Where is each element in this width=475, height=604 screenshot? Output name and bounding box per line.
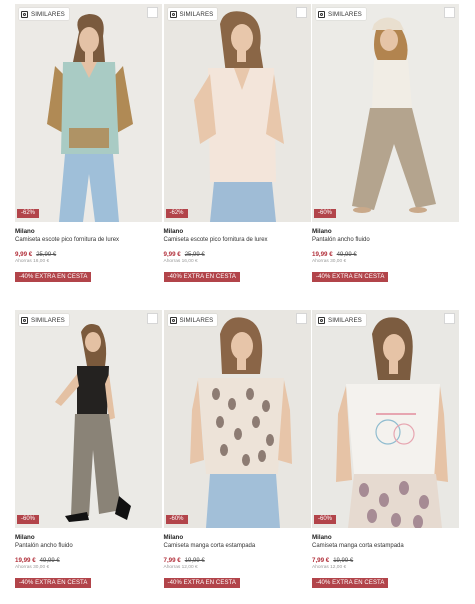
price-row: 9,99 € 25,99 € xyxy=(164,251,311,258)
product-info: Milano Pantalón ancho fluido 19,99 € 49,… xyxy=(312,222,459,283)
similar-button[interactable]: SIMILARES xyxy=(167,8,218,20)
extra-discount-tag: -40% EXTRA EN CESTA xyxy=(312,272,389,282)
product-card-2[interactable]: SIMILARES -62% Milano Camiseta escote pi… xyxy=(163,4,311,298)
price-row: 19,99 € 49,99 € xyxy=(15,557,162,564)
similar-button[interactable]: SIMILARES xyxy=(19,314,69,326)
similar-icon xyxy=(318,10,325,18)
similar-label: SIMILARES xyxy=(179,316,214,324)
original-price: 25,99 € xyxy=(184,252,205,258)
product-info: Milano Pantalón ancho fluido 19,99 € 49,… xyxy=(15,528,162,589)
price-row: 9,99 € 25,99 € xyxy=(15,251,162,258)
product-card-3[interactable]: SIMILARES -60% Milano Pantalón ancho flu… xyxy=(312,4,459,298)
product-info: Milano Camiseta manga corta estampada 7,… xyxy=(163,528,311,589)
product-brand: Milano xyxy=(15,534,35,541)
original-price: 49,99 € xyxy=(336,252,357,258)
woman-cap-knit-top-wide-beige-trousers xyxy=(312,4,459,222)
similar-icon xyxy=(318,316,325,324)
product-card-1[interactable]: SIMILARES -62% Milano Camiseta escote pi… xyxy=(15,4,162,298)
product-photo[interactable]: SIMILARES -60% xyxy=(312,4,459,222)
original-price: 49,99 € xyxy=(39,558,60,564)
product-name[interactable]: Camiseta manga corta estampada xyxy=(312,542,459,550)
savings-text: Ahorras 16,00 € xyxy=(15,259,50,264)
extra-discount-tag: -40% EXTRA EN CESTA xyxy=(163,272,240,282)
similar-button[interactable]: SIMILARES xyxy=(19,8,69,20)
extra-discount-tag: -40% EXTRA EN CESTA xyxy=(15,272,92,282)
similar-label: SIMILARES xyxy=(31,316,65,324)
extra-discount-tag: -40% EXTRA EN CESTA xyxy=(163,578,240,588)
select-checkbox[interactable] xyxy=(295,7,307,18)
similar-label: SIMILARES xyxy=(179,10,214,18)
discount-badge: -62% xyxy=(165,209,188,218)
savings-text: Ahorras 30,00 € xyxy=(312,259,347,264)
similar-label: SIMILARES xyxy=(328,316,362,324)
original-price: 25,99 € xyxy=(36,252,57,258)
product-grid: SIMILARES -62% Milano Camiseta escote pi… xyxy=(15,4,460,604)
product-card-5[interactable]: SIMILARES -60% Milano Camiseta manga cor… xyxy=(163,310,311,604)
woman-cream-v-neck-tee-jeans xyxy=(163,4,311,222)
product-info: Milano Camiseta manga corta estampada 7,… xyxy=(312,528,459,589)
savings-text: Ahorras 12,00 € xyxy=(312,565,347,570)
product-info: Milano Camiseta escote pico fornitura de… xyxy=(163,222,311,283)
woman-mint-v-neck-tee-tan-cardigan-jeans xyxy=(15,4,162,222)
current-price: 7,99 € xyxy=(312,557,330,564)
product-brand: Milano xyxy=(163,228,184,235)
savings-text: Ahorras 30,00 € xyxy=(15,565,50,570)
product-photo[interactable]: SIMILARES -62% xyxy=(15,4,162,222)
current-price: 9,99 € xyxy=(163,251,181,258)
select-checkbox[interactable] xyxy=(444,7,455,18)
product-photo[interactable]: SIMILARES -60% xyxy=(312,310,459,528)
product-photo[interactable]: SIMILARES -60% xyxy=(163,310,311,528)
woman-printed-tee-jeans xyxy=(163,310,311,528)
original-price: 19,99 € xyxy=(184,558,205,564)
original-price: 19,99 € xyxy=(333,558,354,564)
savings-text: Ahorras 12,00 € xyxy=(163,565,198,570)
product-card-6[interactable]: SIMILARES -60% Milano Camiseta manga cor… xyxy=(312,310,459,604)
woman-black-top-wide-grey-trousers xyxy=(15,310,162,528)
product-name[interactable]: Pantalón ancho fluido xyxy=(312,236,459,244)
product-name[interactable]: Camiseta escote pico fornitura de lurex xyxy=(164,236,311,244)
product-brand: Milano xyxy=(15,228,35,235)
extra-discount-tag: -40% EXTRA EN CESTA xyxy=(312,578,389,588)
product-photo[interactable]: SIMILARES -62% xyxy=(163,4,311,222)
discount-badge: -60% xyxy=(165,515,188,524)
select-checkbox[interactable] xyxy=(147,7,158,18)
current-price: 9,99 € xyxy=(15,251,33,258)
product-brand: Milano xyxy=(312,228,332,235)
similar-button[interactable]: SIMILARES xyxy=(316,8,366,20)
discount-badge: -60% xyxy=(314,209,337,218)
product-brand: Milano xyxy=(312,534,332,541)
similar-label: SIMILARES xyxy=(31,10,65,18)
product-card-4[interactable]: SIMILARES -60% Milano Pantalón ancho flu… xyxy=(15,310,162,604)
discount-badge: -62% xyxy=(17,209,40,218)
extra-discount-tag: -40% EXTRA EN CESTA xyxy=(15,578,92,588)
product-name[interactable]: Camiseta escote pico fornitura de lurex xyxy=(15,236,162,244)
woman-white-graphic-tee-printed-skirt xyxy=(312,310,459,528)
current-price: 19,99 € xyxy=(15,557,36,564)
select-checkbox[interactable] xyxy=(147,313,158,324)
current-price: 19,99 € xyxy=(312,251,333,258)
product-brand: Milano xyxy=(163,534,184,541)
savings-text: Ahorras 16,00 € xyxy=(163,259,198,264)
product-photo[interactable]: SIMILARES -60% xyxy=(15,310,162,528)
similar-icon xyxy=(169,316,177,324)
discount-badge: -60% xyxy=(314,515,337,524)
similar-button[interactable]: SIMILARES xyxy=(167,314,218,326)
similar-icon xyxy=(21,10,28,18)
select-checkbox[interactable] xyxy=(295,313,307,324)
price-row: 19,99 € 49,99 € xyxy=(312,251,459,258)
select-checkbox[interactable] xyxy=(444,313,455,324)
current-price: 7,99 € xyxy=(163,557,181,564)
similar-label: SIMILARES xyxy=(328,10,362,18)
product-info: Milano Camiseta escote pico fornitura de… xyxy=(15,222,162,283)
price-row: 7,99 € 19,99 € xyxy=(164,557,311,564)
similar-icon xyxy=(21,316,28,324)
discount-badge: -60% xyxy=(17,515,40,524)
product-name[interactable]: Pantalón ancho fluido xyxy=(15,542,162,550)
product-name[interactable]: Camiseta manga corta estampada xyxy=(164,542,311,550)
similar-button[interactable]: SIMILARES xyxy=(316,314,366,326)
price-row: 7,99 € 19,99 € xyxy=(312,557,459,564)
similar-icon xyxy=(169,10,177,18)
